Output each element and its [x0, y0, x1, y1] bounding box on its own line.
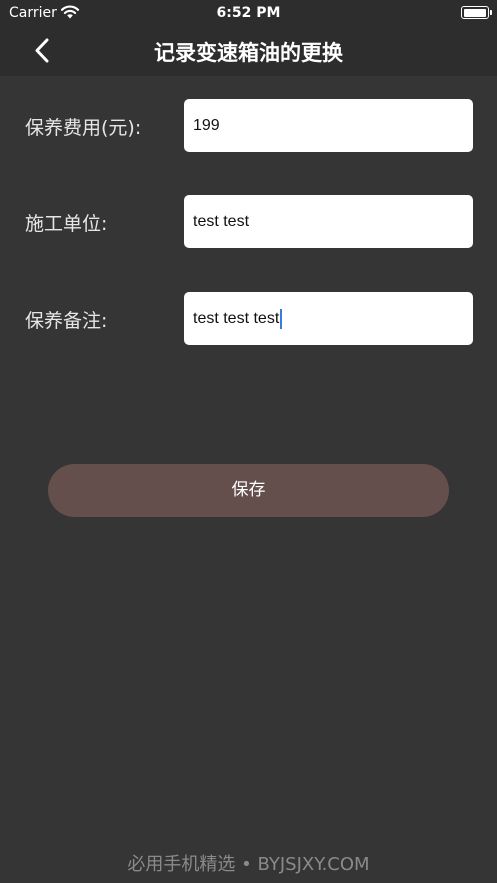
nav-bar: 记录变速箱油的更换 [0, 26, 497, 76]
form-row-cost: 保养费用(元): 199 [0, 99, 497, 153]
notes-input[interactable]: test test test [184, 292, 473, 345]
watermark: 必用手机精选 • BYJSJXY.COM [127, 854, 370, 875]
cost-label: 保养费用(元): [25, 117, 142, 139]
status-bar: Carrier 6:52 PM [0, 0, 497, 26]
battery-fill [463, 8, 486, 17]
save-button[interactable]: 保存 [48, 464, 449, 517]
form-row-workshop: 施工单位: test test [0, 195, 497, 249]
notes-label: 保养备注: [25, 310, 108, 332]
status-time: 6:52 PM [216, 5, 281, 21]
workshop-label: 施工单位: [25, 213, 108, 235]
page-title: 记录变速箱油的更换 [154, 41, 343, 65]
notes-input-text: test test test [193, 310, 280, 327]
workshop-input[interactable]: test test [184, 195, 473, 248]
battery-icon [461, 6, 492, 19]
text-caret [280, 308, 282, 329]
cost-input[interactable]: 199 [184, 99, 473, 152]
form-row-notes: 保养备注: test test test [0, 292, 497, 346]
